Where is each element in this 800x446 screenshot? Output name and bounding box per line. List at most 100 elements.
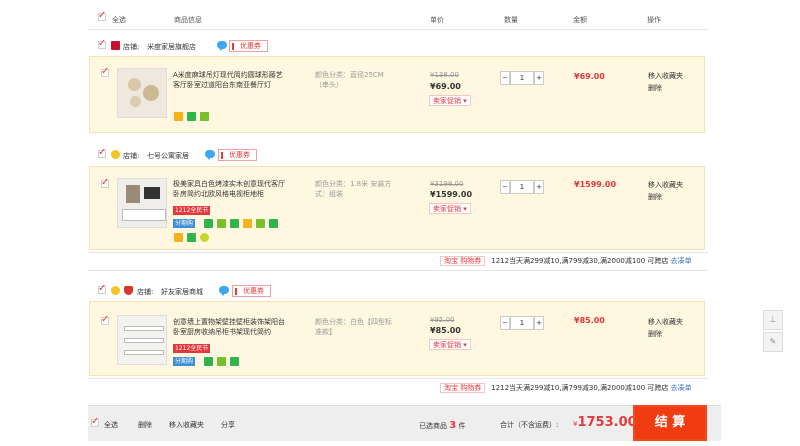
event-badge-2: 1212全民节 [173, 206, 211, 215]
old-price-3: ¥95.00 [430, 316, 455, 324]
minus-button[interactable]: − [500, 316, 510, 330]
product-image-1[interactable] [117, 68, 167, 118]
select-all-checkbox-top[interactable] [98, 10, 106, 21]
quantity-input[interactable]: 1 [510, 180, 534, 194]
header-product-info: 商品信息 [174, 16, 202, 24]
shop-name-2[interactable]: 七号公寓家居 [147, 151, 189, 161]
price-2: ¥1599.00 [430, 190, 473, 199]
chat-icon[interactable] [217, 41, 227, 51]
delete-item[interactable]: 删除 [648, 191, 683, 203]
item-ops-2: 移入收藏夹 删除 [648, 179, 683, 203]
service-icon [217, 219, 226, 228]
select-all-checkbox-bottom[interactable] [91, 416, 99, 427]
quantity-input[interactable]: 1 [510, 316, 534, 330]
quantity-stepper-3[interactable]: − 1 + [500, 316, 544, 330]
subtotal-3: ¥85.00 [574, 316, 605, 325]
move-to-favorites[interactable]: 移入收藏夹 [648, 316, 683, 328]
footer-move-favorites[interactable]: 移入收藏夹 [169, 420, 204, 430]
header-divider [88, 29, 708, 30]
shop-label: 店铺: [123, 43, 140, 51]
shop-divider [88, 270, 708, 271]
subtotal-2: ¥1599.00 [574, 180, 617, 189]
item-checkbox-3[interactable] [101, 314, 109, 325]
tmall-icon [111, 41, 120, 50]
item-checkbox-2[interactable] [101, 177, 109, 188]
seller-promo-2[interactable]: 卖家促销 ▾ [429, 203, 471, 214]
price-1: ¥69.00 [430, 82, 461, 91]
move-to-favorites[interactable]: 移入收藏夹 [648, 70, 683, 82]
item-checkbox-1[interactable] [101, 66, 109, 77]
crown-icon [111, 150, 120, 159]
seller-promo-1[interactable]: 卖家促销 ▾ [429, 95, 471, 106]
item-ops-3: 移入收藏夹 删除 [648, 316, 683, 340]
add-items-link[interactable]: 去凑单 [671, 384, 692, 392]
shop-label: 店铺: [137, 288, 154, 296]
sku-1[interactable]: 颜色分类：直径25CM（串头） [315, 70, 395, 90]
service-icon [256, 219, 265, 228]
subtotal-1: ¥69.00 [574, 72, 605, 81]
quantity-input[interactable]: 1 [510, 71, 534, 85]
chat-icon[interactable] [205, 150, 215, 160]
shopping-voucher-tag: 淘宝 购物券 [440, 383, 486, 393]
header-quantity: 数量 [504, 16, 518, 24]
footer-share[interactable]: 分享 [221, 420, 235, 430]
coupon-button-2[interactable]: 优惠券 [218, 149, 257, 161]
product-image-2[interactable] [117, 178, 167, 228]
selected-label: 已选商品 3 件 [419, 420, 466, 431]
delete-item[interactable]: 删除 [648, 328, 683, 340]
coupon-button-3[interactable]: 优惠券 [232, 285, 271, 297]
service-icon [174, 233, 183, 242]
minus-button[interactable]: − [500, 180, 510, 194]
product-image-3[interactable] [117, 315, 167, 365]
header-select-all[interactable]: 全选 [112, 15, 126, 25]
product-title-1[interactable]: A米度麻球吊灯现代简约圆球形藤艺客厅卧室过道阳台东南亚餐厅灯 [173, 70, 288, 90]
seller-promo-3[interactable]: 卖家促销 ▾ [429, 339, 471, 350]
plus-button[interactable]: + [534, 71, 544, 85]
sku-3[interactable]: 颜色分类：白色【四型标准款】 [315, 317, 395, 337]
service-icon [187, 233, 196, 242]
cart-item-1 [89, 56, 705, 133]
service-icon [200, 112, 209, 121]
product-title-3[interactable]: 创意墙上置物架壁挂壁柜装饰架阳台卧室厨房收纳吊柜书架现代简约 [173, 317, 288, 337]
total-label: 合计（不含运费）: [500, 421, 559, 429]
product-title-2[interactable]: 极美家具白色烤漆实木创意现代客厅卧房简约北欧风格电视柜地柜 [173, 179, 288, 199]
shop-label: 店铺: [123, 152, 140, 160]
checkout-button[interactable]: 结 算 [633, 405, 707, 441]
installment-badge-2: 分期购 [173, 219, 196, 228]
item-ops-1: 移入收藏夹 删除 [648, 70, 683, 94]
event-badge-3: 1212全民节 [173, 344, 211, 353]
footer-delete[interactable]: 删除 [138, 420, 152, 430]
minus-button[interactable]: − [500, 71, 510, 85]
quantity-stepper-1[interactable]: − 1 + [500, 71, 544, 85]
installment-badge-3: 分期购 [173, 357, 196, 366]
edit-icon[interactable]: ✎ [763, 332, 783, 352]
shop-name-3[interactable]: 好友家居商城 [161, 287, 203, 297]
coupon-button-1[interactable]: 优惠券 [229, 40, 268, 52]
plus-button[interactable]: + [534, 316, 544, 330]
selected-count: 3 [449, 420, 457, 431]
service-icon [204, 219, 213, 228]
shop-promo-3: 淘宝 购物券 1212当天满299减10,满799减30,满2000减100 可跨… [440, 383, 692, 393]
delete-item[interactable]: 删除 [648, 82, 683, 94]
sku-2[interactable]: 颜色分类：1.8米 安装方式：组装 [315, 179, 395, 199]
move-to-favorites[interactable]: 移入收藏夹 [648, 179, 683, 191]
shop-checkbox-2[interactable] [98, 147, 106, 158]
add-items-link[interactable]: 去凑单 [671, 257, 692, 265]
price-3: ¥85.00 [430, 326, 461, 335]
footer-select-all[interactable]: 全选 [104, 420, 118, 430]
quantity-stepper-2[interactable]: − 1 + [500, 180, 544, 194]
service-icon [204, 357, 213, 366]
service-icon [200, 233, 209, 242]
shop-checkbox-3[interactable] [98, 283, 106, 294]
chat-icon[interactable] [219, 286, 229, 296]
pin-icon[interactable]: ⊥ [763, 310, 783, 330]
shop-name-1[interactable]: 米度家居旗舰店 [147, 42, 196, 52]
plus-button[interactable]: + [534, 180, 544, 194]
shop-checkbox-1[interactable] [98, 38, 106, 49]
shopping-voucher-tag: 淘宝 购物券 [440, 256, 486, 266]
crown-icon [111, 286, 120, 295]
old-price-1: ¥138.00 [430, 71, 459, 79]
item-divider [88, 252, 708, 253]
header-operation: 操作 [647, 16, 661, 24]
service-icon [187, 112, 196, 121]
